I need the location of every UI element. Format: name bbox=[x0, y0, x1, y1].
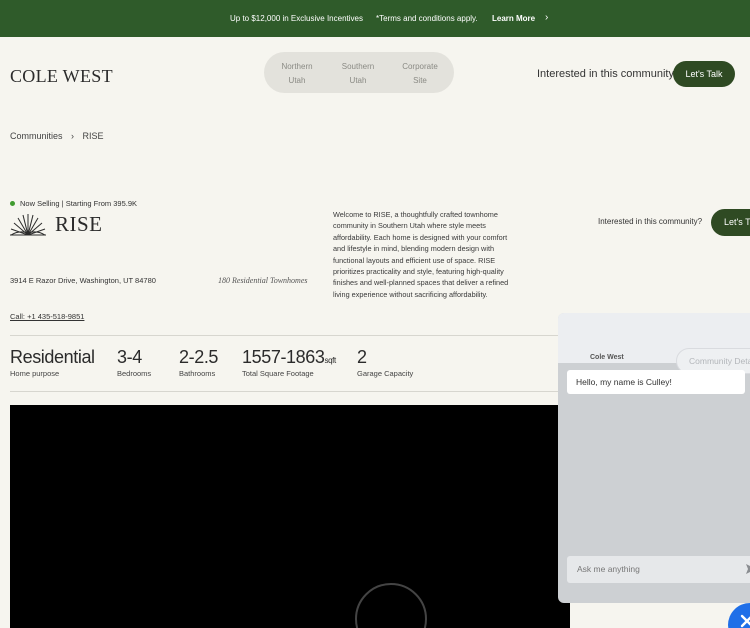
region-label-line1: Southern bbox=[341, 62, 375, 71]
stat-bathrooms: 2-2.5 Bathrooms bbox=[179, 347, 218, 378]
promo-bar: Up to $12,000 in Exclusive Incentives *T… bbox=[0, 0, 750, 37]
side-lets-talk-button[interactable]: Let's Talk bbox=[711, 209, 750, 236]
region-switcher: Northern Utah Southern Utah Corporate Si… bbox=[264, 52, 454, 93]
call-link[interactable]: Call: +1 435-518-9851 bbox=[10, 312, 84, 321]
sale-status: Now Selling | Starting From 395.9K bbox=[10, 199, 137, 208]
stat-value: Residential bbox=[10, 347, 95, 367]
divider bbox=[10, 335, 560, 336]
breadcrumb-communities[interactable]: Communities bbox=[10, 131, 63, 141]
stat-label: Home purpose bbox=[10, 369, 60, 378]
stat-value: 3-4 bbox=[117, 347, 142, 367]
video-player[interactable] bbox=[10, 405, 570, 628]
stat-label: Total Square Footage bbox=[242, 369, 314, 378]
region-label-line2: Utah bbox=[349, 75, 367, 85]
stat-value: 1557-1863 bbox=[242, 347, 325, 367]
chat-brand: Cole West bbox=[590, 354, 624, 361]
side-interested-text: Interested in this community? bbox=[598, 217, 703, 226]
chevron-right-icon[interactable]: › bbox=[545, 12, 548, 23]
rise-logo: RISE bbox=[9, 212, 103, 237]
close-icon bbox=[740, 614, 750, 628]
stat-value: 2 bbox=[357, 347, 367, 367]
learn-more-link[interactable]: Learn More bbox=[492, 14, 535, 23]
promo-incentive: Up to $12,000 in Exclusive Incentives bbox=[230, 14, 363, 23]
status-dot bbox=[10, 201, 15, 206]
stat-home-purpose: Residential Home purpose bbox=[10, 347, 95, 378]
stat-bedrooms: 3-4 Bedrooms bbox=[117, 347, 151, 378]
header-lets-talk-button[interactable]: Let's Talk bbox=[673, 61, 735, 87]
community-tagline: 180 Residential Townhomes bbox=[218, 276, 308, 285]
region-label-line2: Site bbox=[413, 75, 427, 85]
community-description: Welcome to RISE, a thoughtfully crafted … bbox=[333, 210, 509, 299]
stat-label: Garage Capacity bbox=[357, 369, 414, 378]
region-label-line1: Corporate bbox=[402, 62, 438, 71]
send-icon[interactable] bbox=[745, 563, 750, 575]
region-label-line1: Northern bbox=[281, 62, 313, 71]
region-southern-utah[interactable]: Southern Utah bbox=[333, 60, 383, 87]
status-text: Now Selling | Starting From 395.9K bbox=[20, 199, 138, 208]
region-label-line2: Utah bbox=[288, 75, 306, 85]
cole-west-logo[interactable]: COLE WEST bbox=[10, 66, 113, 87]
region-northern-utah[interactable]: Northern Utah bbox=[272, 60, 322, 87]
stat-garage-capacity: 2 Garage Capacity bbox=[357, 347, 413, 378]
stat-label: Bathrooms bbox=[179, 369, 216, 378]
chat-input-placeholder: Ask me anything bbox=[577, 564, 640, 574]
stat-label: Bedrooms bbox=[117, 369, 152, 378]
loading-spinner-icon bbox=[355, 583, 427, 628]
community-name: RISE bbox=[55, 212, 103, 236]
stat-value: 2-2.5 bbox=[179, 347, 219, 367]
header-interested-text: Interested in this community? bbox=[537, 68, 681, 80]
community-address: 3914 E Razor Drive, Washington, UT 84780 bbox=[10, 276, 156, 285]
stat-square-footage: 1557-1863sqft Total Square Footage bbox=[242, 347, 336, 378]
chat-widget: Cole West Community Details Hello, my na… bbox=[558, 313, 750, 603]
chat-greeting-message: Hello, my name is Culley! bbox=[567, 370, 745, 394]
sunrise-icon bbox=[10, 213, 46, 235]
chat-close-button[interactable] bbox=[728, 603, 750, 628]
divider bbox=[10, 391, 560, 392]
region-corporate-site[interactable]: Corporate Site bbox=[395, 60, 445, 87]
stat-unit: sqft bbox=[324, 356, 336, 365]
breadcrumb: Communities › RISE bbox=[10, 131, 110, 141]
promo-terms: *Terms and conditions apply. bbox=[376, 14, 478, 23]
breadcrumb-current: RISE bbox=[82, 131, 104, 141]
chat-input[interactable]: Ask me anything bbox=[567, 556, 750, 583]
chevron-right-icon: › bbox=[71, 131, 75, 141]
